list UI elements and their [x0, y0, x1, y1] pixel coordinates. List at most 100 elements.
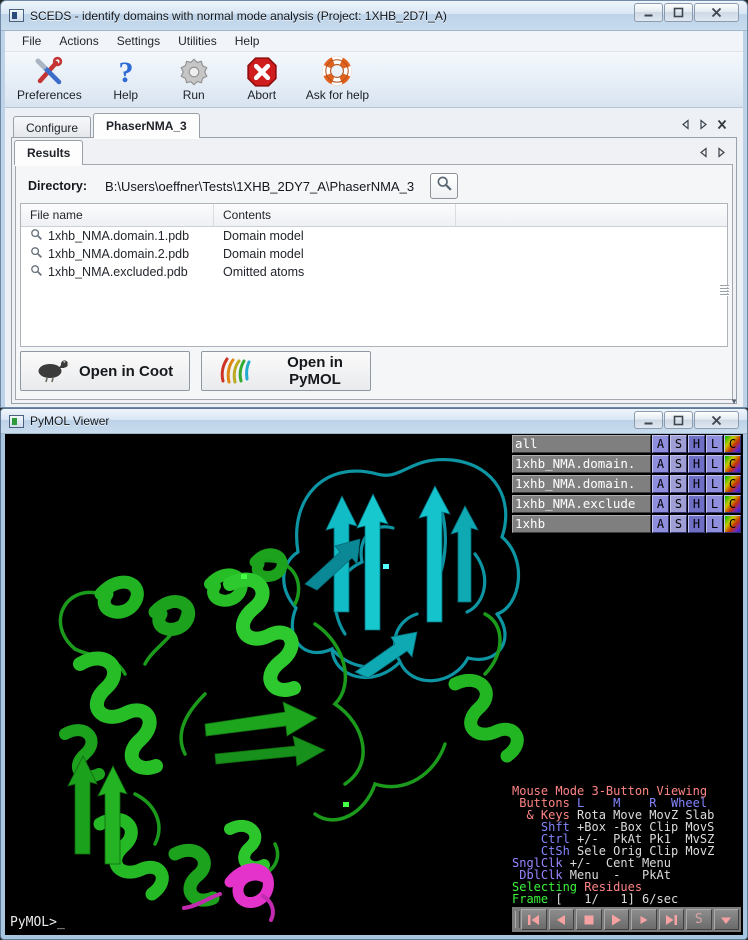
sceds-minimize-button[interactable]: [634, 3, 663, 22]
pymol-prompt[interactable]: PyMOL>_: [10, 915, 65, 930]
subtab-results[interactable]: Results: [14, 140, 83, 165]
object-button-c[interactable]: C: [724, 495, 741, 513]
files-table: File nameContents 1xhb_NMA.domain.1.pdbD…: [20, 203, 728, 347]
open-in-pymol-button[interactable]: Open in PyMOL: [201, 351, 371, 391]
object-button-a[interactable]: A: [652, 495, 669, 513]
column-header-file-name[interactable]: File name: [21, 204, 214, 226]
sceds-app-icon: [9, 9, 24, 22]
pymol-maximize-button[interactable]: [664, 411, 693, 429]
object-button-c[interactable]: C: [724, 435, 741, 453]
menu-actions[interactable]: Actions: [50, 32, 107, 50]
column-header-contents[interactable]: Contents: [214, 204, 456, 226]
tab-right-icon[interactable]: [717, 147, 726, 158]
object-button-l[interactable]: L: [706, 435, 723, 453]
object-button-l[interactable]: L: [706, 455, 723, 473]
object-button-l[interactable]: L: [706, 515, 723, 533]
object-name[interactable]: 1xhb_NMA.domain.: [512, 455, 651, 473]
object-button-s[interactable]: S: [670, 435, 687, 453]
object-button-c[interactable]: C: [724, 515, 741, 533]
column-header-empty[interactable]: [456, 204, 727, 226]
pymol-viewport[interactable]: allASHLC1xhb_NMA.domain.ASHLC1xhb_NMA.do…: [5, 434, 743, 935]
playback-step-back-button[interactable]: [549, 909, 575, 930]
object-row: allASHLC: [512, 435, 741, 453]
splitter-grip[interactable]: [720, 283, 729, 297]
menu-help[interactable]: Help: [226, 32, 269, 50]
playback-skip-end-button[interactable]: [659, 909, 685, 930]
tab-right-icon[interactable]: [699, 119, 708, 130]
table-row[interactable]: 1xhb_NMA.domain.1.pdbDomain model: [21, 227, 727, 245]
tab-area: ConfigurePhaserNMA_3 Results Directory: …: [5, 108, 743, 407]
tab-left-icon[interactable]: [681, 119, 690, 130]
pymol-minimize-button[interactable]: [634, 411, 663, 429]
object-button-h[interactable]: H: [688, 455, 705, 473]
toolbar-help[interactable]: ?Help: [102, 56, 150, 102]
row-search-icon: [30, 264, 43, 280]
sceds-close-button[interactable]: [694, 3, 739, 22]
pymol-window-controls: [634, 411, 739, 429]
mouse-mode-line: Frame [ 1/ 1] 6/sec: [512, 893, 741, 905]
object-button-c[interactable]: C: [724, 475, 741, 493]
playback-stop-button[interactable]: [576, 909, 602, 930]
browse-directory-button[interactable]: [430, 173, 458, 199]
contents-cell: Omitted atoms: [214, 263, 456, 281]
pymol-titlebar[interactable]: PyMOL Viewer: [1, 409, 747, 434]
object-row: 1xhb_NMA.excludeASHLC: [512, 495, 741, 513]
object-button-a[interactable]: A: [652, 455, 669, 473]
playback-s-label-button[interactable]: S: [686, 909, 712, 930]
sceds-window-title: SCEDS - identify domains with normal mod…: [30, 9, 447, 23]
object-name[interactable]: all: [512, 435, 651, 453]
tab-close-icon[interactable]: [717, 119, 727, 130]
gear-icon: [178, 56, 210, 88]
toolbar-ask-for-help[interactable]: Ask for help: [306, 56, 369, 102]
sceds-maximize-button[interactable]: [664, 3, 693, 22]
table-row[interactable]: 1xhb_NMA.excluded.pdb Omitted atoms: [21, 263, 727, 281]
object-button-c[interactable]: C: [724, 455, 741, 473]
object-button-a[interactable]: A: [652, 435, 669, 453]
toolbar-abort[interactable]: Abort: [238, 56, 286, 102]
object-button-s[interactable]: S: [670, 475, 687, 493]
object-button-h[interactable]: H: [688, 495, 705, 513]
directory-label: Directory:: [28, 179, 87, 193]
menu-file[interactable]: File: [13, 32, 50, 50]
object-name[interactable]: 1xhb: [512, 515, 651, 533]
playback-skip-start-button[interactable]: [521, 909, 547, 930]
menu-utilities[interactable]: Utilities: [169, 32, 226, 50]
toolbar-run[interactable]: Run: [170, 56, 218, 102]
sceds-window-controls: [634, 3, 739, 22]
tab-phasernma-3[interactable]: PhaserNMA_3: [93, 113, 200, 138]
object-button-h[interactable]: H: [688, 435, 705, 453]
toolbar-label-abort: Abort: [247, 88, 276, 102]
sceds-titlebar[interactable]: SCEDS - identify domains with normal mod…: [1, 1, 747, 31]
object-button-s[interactable]: S: [670, 515, 687, 533]
object-button-a[interactable]: A: [652, 515, 669, 533]
table-row[interactable]: 1xhb_NMA.domain.2.pdbDomain model: [21, 245, 727, 263]
object-name[interactable]: 1xhb_NMA.domain.: [512, 475, 651, 493]
pymol-close-button[interactable]: [694, 411, 739, 429]
file-name-text: 1xhb_NMA.excluded.pdb: [48, 265, 188, 279]
empty-cell: [456, 227, 727, 245]
object-button-h[interactable]: H: [688, 475, 705, 493]
row-search-icon: [30, 228, 43, 244]
phasernma-panel: Results Directory: B:\Users\oeffner\Test…: [11, 137, 737, 404]
open-in-coot-button[interactable]: Open in Coot: [20, 351, 190, 391]
object-button-l[interactable]: L: [706, 475, 723, 493]
toolbar-preferences[interactable]: Preferences: [17, 56, 82, 102]
object-name[interactable]: 1xhb_NMA.exclude: [512, 495, 651, 513]
pymol-window: PyMOL Viewer: [0, 408, 748, 940]
menu-settings[interactable]: Settings: [108, 32, 169, 50]
table-body: 1xhb_NMA.domain.1.pdbDomain model1xhb_NM…: [21, 227, 727, 281]
directory-value: B:\Users\oeffner\Tests\1XHB_2DY7_A\Phase…: [105, 179, 414, 194]
object-button-h[interactable]: H: [688, 515, 705, 533]
object-button-s[interactable]: S: [670, 495, 687, 513]
object-button-l[interactable]: L: [706, 495, 723, 513]
object-button-s[interactable]: S: [670, 455, 687, 473]
search-icon: [436, 175, 453, 197]
playback-play-button[interactable]: [604, 909, 630, 930]
tab-left-icon[interactable]: [699, 147, 708, 158]
tab-configure[interactable]: Configure: [13, 116, 91, 138]
toolbar-label-preferences: Preferences: [17, 88, 82, 102]
playback-step-forward-button[interactable]: [631, 909, 657, 930]
object-button-a[interactable]: A: [652, 475, 669, 493]
playback-down-button[interactable]: [714, 909, 740, 930]
scroll-down-icon[interactable]: ▼: [730, 397, 738, 406]
